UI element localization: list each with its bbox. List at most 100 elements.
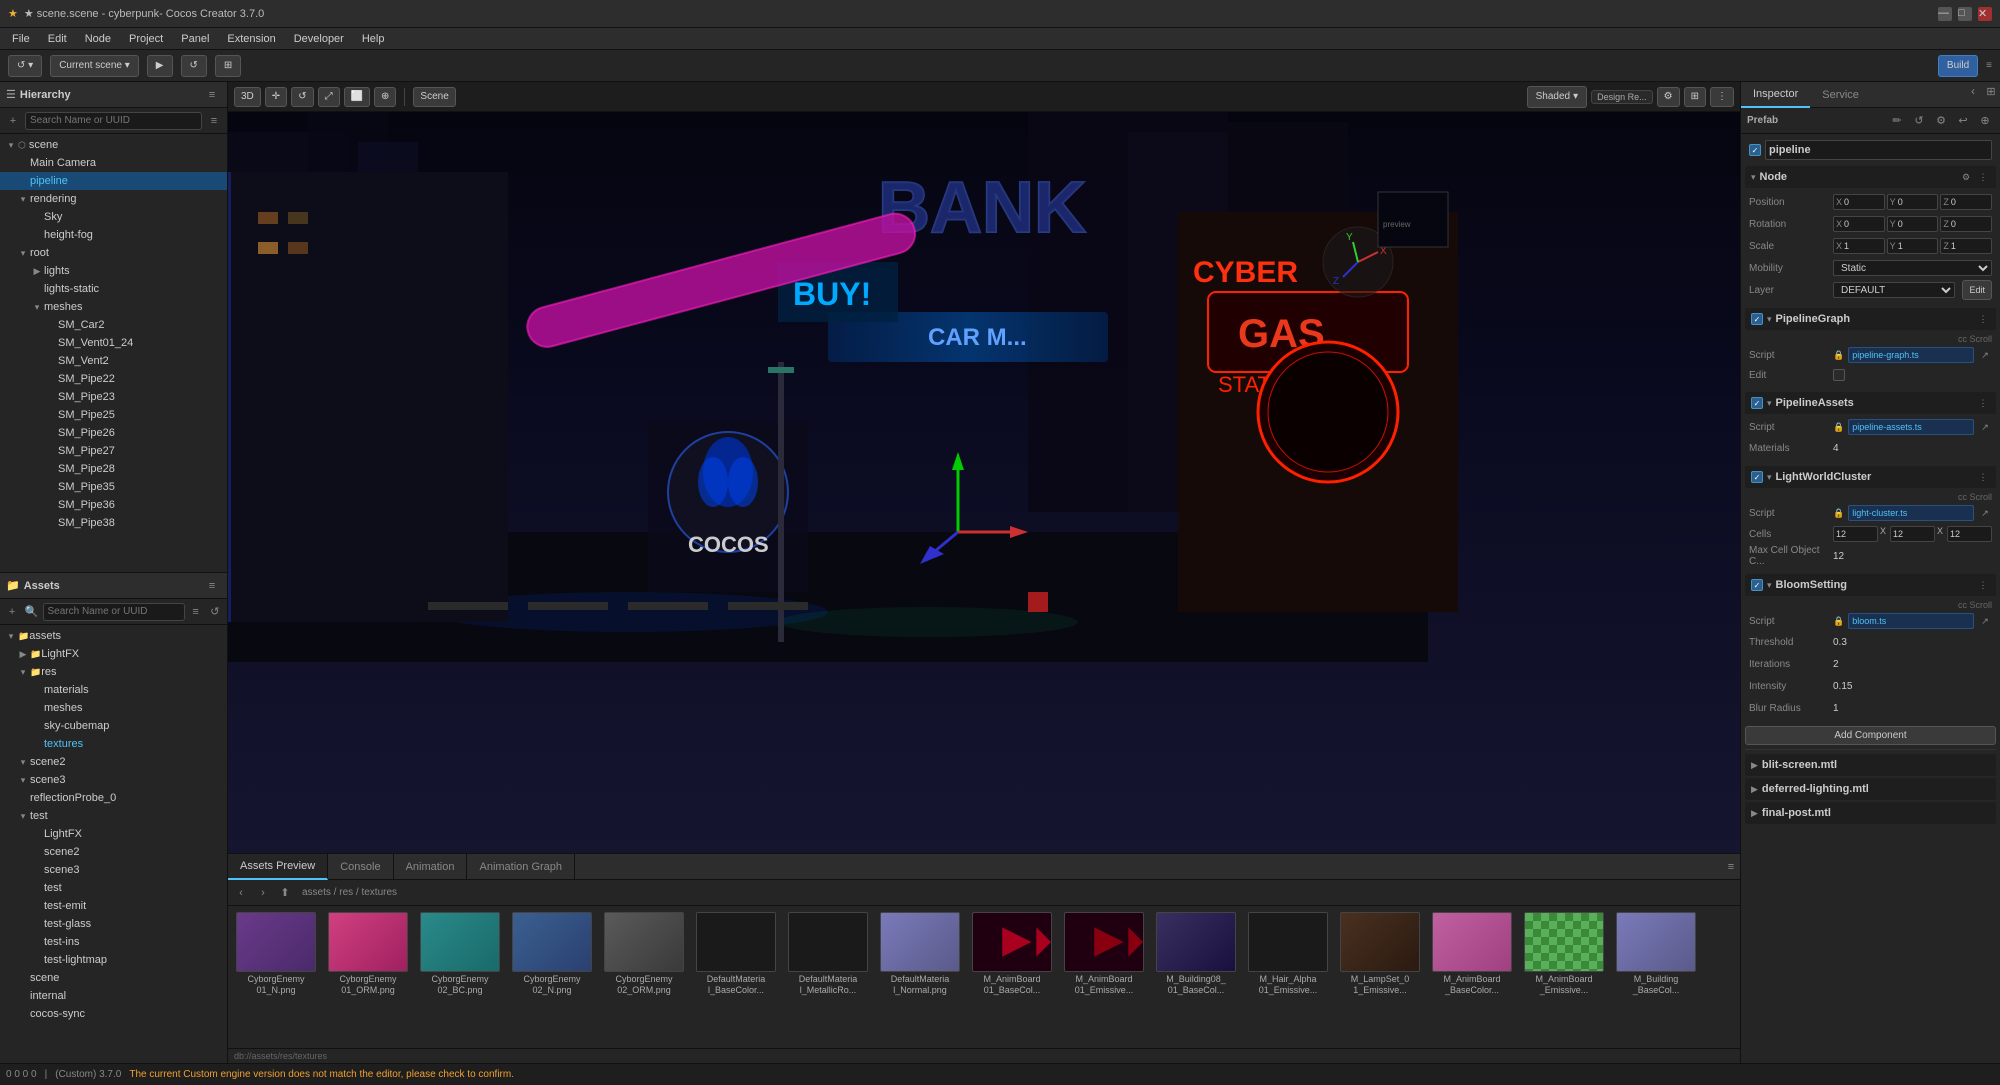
tree-item-materials[interactable]: materials (0, 681, 227, 699)
tree-item-meshes-assets[interactable]: meshes (0, 699, 227, 717)
assets-nav-up[interactable]: ⬆ (276, 884, 294, 902)
tree-item-sm-pipe35[interactable]: SM_Pipe35 (0, 478, 227, 496)
node-menu-btn[interactable]: ⋮ (1976, 170, 1990, 184)
tree-item-lightfx[interactable]: ▶ 📁 LightFX (0, 645, 227, 663)
layout-btn[interactable]: ⊞ (215, 55, 241, 77)
hierarchy-menu-btn[interactable]: ≡ (203, 86, 221, 104)
tree-item-scene2[interactable]: ▾ scene2 (0, 753, 227, 771)
bloom-script-btn[interactable]: ↗ (1978, 614, 1992, 628)
assets-menu-btn[interactable]: ≡ (203, 577, 221, 595)
asset-cyborg-enemy-02-orm[interactable]: CyborgEnemy02_ORM.png (600, 910, 688, 998)
tree-item-assets[interactable]: ▾ 📁 assets (0, 627, 227, 645)
asset-cyborg-enemy-01-n[interactable]: CyborgEnemy01_N.png (232, 910, 320, 998)
assets-refresh-btn[interactable]: ↺ (207, 603, 223, 621)
tree-item-sm-pipe25[interactable]: SM_Pipe25 (0, 406, 227, 424)
prefab-settings-btn[interactable]: ⚙ (1932, 112, 1950, 130)
scene-settings-btn[interactable]: ⚙ (1657, 87, 1680, 107)
minimize-btn[interactable]: — (1938, 7, 1952, 21)
asset-m-lampset-emissive[interactable]: M_LampSet_01_Emissive... (1336, 910, 1424, 998)
bloom-checkbox[interactable]: ✓ (1751, 579, 1763, 591)
tree-item-height-fog[interactable]: height-fog (0, 226, 227, 244)
tree-item-root[interactable]: ▾ root (0, 244, 227, 262)
asset-row2-1[interactable]: M_AnimBoard_BaseColor... (1428, 910, 1516, 998)
tree-item-internal[interactable]: internal (0, 987, 227, 1005)
node-name-input[interactable] (1765, 140, 1992, 160)
menu-edit[interactable]: Edit (40, 31, 75, 47)
asset-default-metallic[interactable]: DefaultMaterial_MetallicRo... (784, 910, 872, 998)
menu-node[interactable]: Node (77, 31, 119, 47)
tree-item-sm-pipe23[interactable]: SM_Pipe23 (0, 388, 227, 406)
pipeline-assets-checkbox[interactable]: ✓ (1751, 397, 1763, 409)
asset-cyborg-enemy-02-n[interactable]: CyborgEnemy02_N.png (508, 910, 596, 998)
asset-m-building08-basecol[interactable]: M_Building08_01_BaseCol... (1152, 910, 1240, 998)
tree-item-sm-pipe28[interactable]: SM_Pipe28 (0, 460, 227, 478)
blit-screen-section[interactable]: ▶ blit-screen.mtl (1745, 754, 1996, 776)
tree-item-sm-pipe36[interactable]: SM_Pipe36 (0, 496, 227, 514)
tree-item-textures[interactable]: textures (0, 735, 227, 753)
tree-item-test-glass[interactable]: test-glass (0, 915, 227, 933)
asset-row2-2[interactable]: M_AnimBoard_Emissive... (1520, 910, 1608, 998)
tree-item-test-lightfx[interactable]: LightFX (0, 825, 227, 843)
tree-item-main-camera[interactable]: Main Camera (0, 154, 227, 172)
tree-item-test-lightmap[interactable]: test-lightmap (0, 951, 227, 969)
assets-add-btn[interactable]: + (4, 603, 20, 621)
scene-maximize-btn[interactable]: ⊞ (1684, 87, 1706, 107)
tree-item-test[interactable]: ▾ test (0, 807, 227, 825)
refresh-btn[interactable]: ↺ (181, 55, 207, 77)
3d-btn[interactable]: 3D (234, 87, 261, 107)
deferred-lighting-section[interactable]: ▶ deferred-lighting.mtl (1745, 778, 1996, 800)
tree-item-test-scene2[interactable]: scene2 (0, 843, 227, 861)
rect-tool[interactable]: ⬜ (344, 87, 370, 107)
tree-item-pipeline[interactable]: pipeline (0, 172, 227, 190)
bloom-header[interactable]: ✓ ▾ BloomSetting ⋮ (1745, 574, 1996, 596)
menu-panel[interactable]: Panel (173, 31, 217, 47)
pipeline-assets-menu-btn[interactable]: ⋮ (1976, 396, 1990, 410)
menu-project[interactable]: Project (121, 31, 171, 47)
menu-developer[interactable]: Developer (286, 31, 352, 47)
prefab-edit-btn[interactable]: ✏ (1888, 112, 1906, 130)
bloom-menu-btn[interactable]: ⋮ (1976, 578, 1990, 592)
pipeline-assets-script-btn[interactable]: ↗ (1978, 420, 1992, 434)
menu-extension[interactable]: Extension (219, 31, 283, 47)
tree-item-scene3[interactable]: ▾ scene3 (0, 771, 227, 789)
tree-item-lights[interactable]: ▶ lights (0, 262, 227, 280)
prefab-refresh-btn[interactable]: ↺ (1910, 112, 1928, 130)
tree-item-scene-root[interactable]: scene (0, 969, 227, 987)
tree-item-sm-pipe27[interactable]: SM_Pipe27 (0, 442, 227, 460)
assets-list-btn[interactable]: ≡ (188, 603, 204, 621)
tab-console[interactable]: Console (328, 854, 393, 880)
tree-item-sm-pipe26[interactable]: SM_Pipe26 (0, 424, 227, 442)
scene-mode[interactable]: Current scene ▾ (50, 55, 139, 77)
asset-row2-3[interactable]: M_Building_BaseCol... (1612, 910, 1700, 998)
tab-assets-preview[interactable]: Assets Preview (228, 854, 328, 880)
pipeline-graph-header[interactable]: ✓ ▾ PipelineGraph ⋮ (1745, 308, 1996, 330)
lwc-script-btn[interactable]: ↗ (1978, 506, 1992, 520)
asset-default-normal[interactable]: DefaultMaterial_Normal.png (876, 910, 964, 998)
inspector-collapse-btn[interactable]: ‹ (1964, 82, 1982, 100)
maximize-btn[interactable]: □ (1958, 7, 1972, 21)
tree-item-sm-car2[interactable]: SM_Car2 (0, 316, 227, 334)
tab-service[interactable]: Service (1810, 82, 1871, 108)
assets-nav-back[interactable]: ‹ (232, 884, 250, 902)
asset-default-basecolor[interactable]: DefaultMaterial_BaseColor... (692, 910, 780, 998)
layer-edit-btn[interactable]: Edit (1962, 280, 1992, 300)
close-btn[interactable]: ✕ (1978, 7, 1992, 21)
pipeline-graph-edit-checkbox[interactable] (1833, 369, 1845, 381)
tree-item-sky[interactable]: Sky (0, 208, 227, 226)
menu-file[interactable]: File (4, 31, 38, 47)
node-section-header[interactable]: ▾ Node ⚙ ⋮ (1745, 166, 1996, 188)
pipeline-graph-script-btn[interactable]: ↗ (1978, 348, 1992, 362)
bottom-panel-menu[interactable]: ≡ (1722, 858, 1740, 876)
tree-item-test-test[interactable]: test (0, 879, 227, 897)
tree-item-test-ins[interactable]: test-ins (0, 933, 227, 951)
tab-animation[interactable]: Animation (394, 854, 468, 880)
tree-item-rendering[interactable]: ▾ rendering (0, 190, 227, 208)
rotate-tool[interactable]: ↺ (291, 87, 313, 107)
tree-item-test-emit[interactable]: test-emit (0, 897, 227, 915)
move-tool[interactable]: ✛ (265, 87, 287, 107)
play-btn[interactable]: ▶ (147, 55, 173, 77)
asset-cyborg-enemy-02-bc[interactable]: CyborgEnemy02_BC.png (416, 910, 504, 998)
tree-item-test-scene3[interactable]: scene3 (0, 861, 227, 879)
prefab-reset-btn[interactable]: ↩ (1954, 112, 1972, 130)
tree-item-reflection[interactable]: reflectionProbe_0 (0, 789, 227, 807)
